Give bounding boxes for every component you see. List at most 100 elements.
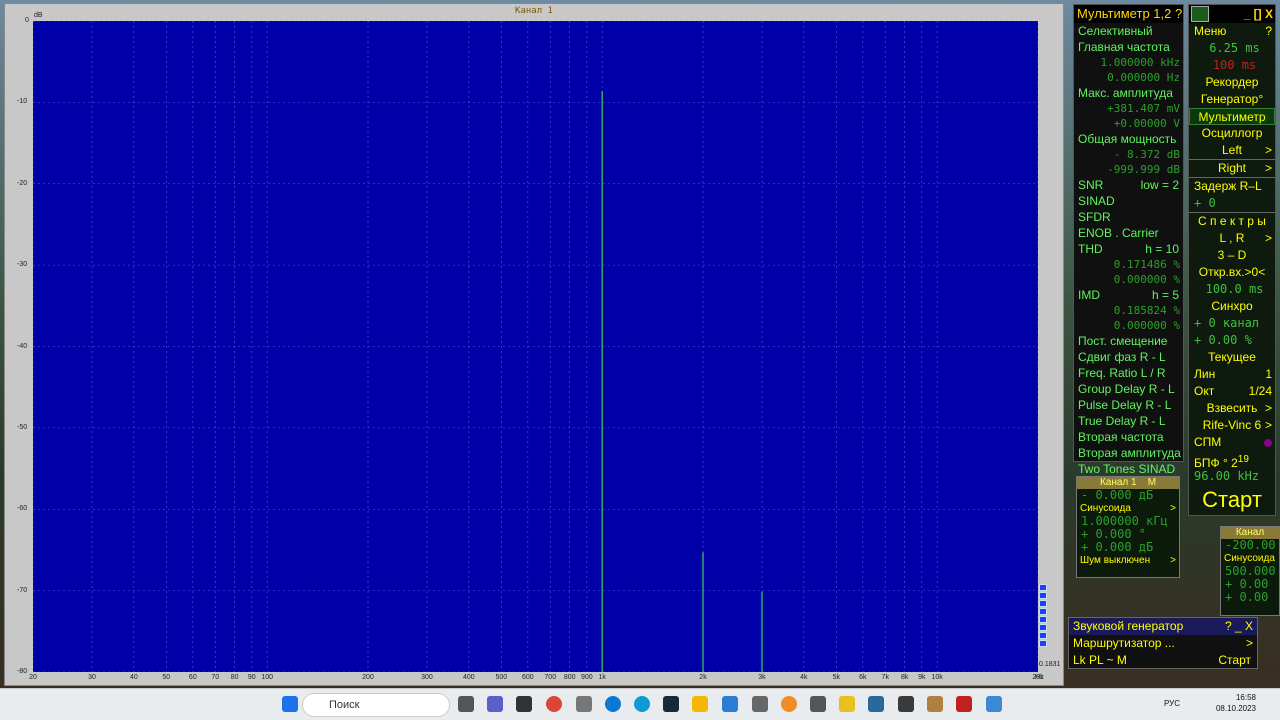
x-tick-label: 400 [463, 674, 475, 681]
steam-icon[interactable] [663, 696, 679, 712]
start-button[interactable]: Старт [1189, 485, 1275, 515]
fft-exponent: 19 [1237, 454, 1249, 465]
open-input-button[interactable]: Откр.вх.>0< [1189, 264, 1275, 281]
spectra-label: С п е к т р ы [1198, 214, 1266, 228]
app-icon[interactable] [576, 696, 592, 712]
multimeter-row[interactable]: True Delay R - L [1074, 413, 1183, 429]
multimeter-row[interactable]: Pulse Delay R - L [1074, 397, 1183, 413]
app-icon[interactable] [722, 696, 738, 712]
delay-value[interactable]: + 0 [1189, 195, 1275, 212]
gen-ch2-level[interactable]: -200.00 [1221, 539, 1279, 552]
y-tick-label: -70 [17, 586, 28, 594]
multimeter-row[interactable]: Вторая амплитуда [1074, 445, 1183, 461]
sync-percent[interactable]: + 0.00 % [1189, 332, 1275, 349]
current-button[interactable]: Текущее [1189, 349, 1275, 366]
teams-icon[interactable] [487, 696, 503, 712]
multimeter-row[interactable]: THD h = 10 [1074, 241, 1183, 257]
multimeter-row[interactable]: Пост. смещение [1074, 333, 1183, 349]
app-icon[interactable] [839, 696, 855, 712]
folder-icon[interactable] [692, 696, 708, 712]
x-tick-label: 100 [261, 674, 273, 681]
app-icon[interactable] [605, 696, 621, 712]
router-button[interactable]: Маршрутизатор ... > [1069, 635, 1257, 652]
multimeter-row[interactable]: Two Tones SINAD [1074, 461, 1183, 477]
multimeter-row[interactable]: SNR low = 2 [1074, 177, 1183, 193]
lr-button[interactable]: L , R > [1189, 230, 1275, 247]
app-icon[interactable] [781, 696, 797, 712]
app-icon[interactable] [986, 696, 1002, 712]
lin-row[interactable]: Лин 1 [1189, 366, 1275, 383]
sample-rate[interactable]: 96.00 kHz [1189, 468, 1275, 485]
lk-row[interactable]: Lk PL ~ M Старт [1069, 652, 1257, 669]
multimeter-title[interactable]: Мультиметр 1,2 ? [1074, 5, 1183, 23]
time-value-1: 6.25 ms [1209, 41, 1260, 55]
start-menu-icon[interactable] [282, 696, 298, 712]
x-tick-label: 4k [800, 674, 808, 681]
y-tick-label: -60 [17, 505, 28, 513]
sg-start-button[interactable]: Старт [1218, 652, 1251, 669]
multimeter-row[interactable]: Селективный [1074, 23, 1183, 39]
multimeter-row[interactable]: Общая мощность [1074, 131, 1183, 147]
multimeter-row[interactable]: Сдвиг фаз R - L [1074, 349, 1183, 365]
gen-ch2-wave[interactable]: Синусоида [1221, 552, 1279, 565]
multimeter-rows: Селективный Главная частота 1.000000 kHz 0.… [1074, 23, 1183, 477]
multimeter-row[interactable]: Макс. амплитуда [1074, 85, 1183, 101]
chrome-icon[interactable] [546, 696, 562, 712]
edge-icon[interactable] [634, 696, 650, 712]
x-tick-label: 80 [230, 674, 239, 681]
window-controls[interactable]: _ [] X [1244, 7, 1273, 21]
multimeter-value: 0.185824 % [1113, 304, 1180, 317]
gen-ch1-level[interactable]: - 0.000 дБ [1077, 489, 1179, 502]
multimeter-row[interactable]: Главная частота [1074, 39, 1183, 55]
multimeter-row[interactable]: SINAD [1074, 193, 1183, 209]
oscillograph-button[interactable]: Осциллогр [1189, 125, 1275, 142]
multimeter-row[interactable]: Freq. Ratio L / R [1074, 365, 1183, 381]
multimeter-row[interactable]: SFDR [1074, 209, 1183, 225]
gen-ch1-wave[interactable]: Синусоида > [1077, 502, 1179, 515]
weigh-button[interactable]: Взвесить > [1189, 400, 1275, 417]
app-icon[interactable] [898, 696, 914, 712]
app-icon[interactable] [752, 696, 768, 712]
oct-row[interactable]: Окт 1/24 [1189, 383, 1275, 400]
sync-channel[interactable]: + 0 канал [1189, 315, 1275, 332]
spm-row[interactable]: СПМ [1189, 434, 1275, 451]
x-tick-label: 50 [162, 674, 171, 681]
language-indicator[interactable]: РУС [1164, 699, 1180, 708]
spectrum-title: Канал 1 [515, 6, 553, 16]
3d-button[interactable]: 3 – D [1189, 247, 1275, 264]
multimeter-row[interactable]: Вторая частота [1074, 429, 1183, 445]
app-icon[interactable] [927, 696, 943, 712]
multimeter-row[interactable]: Group Delay R - L [1074, 381, 1183, 397]
x-unit-label: Hz [1035, 674, 1044, 681]
multimeter-value: 0.171486 % [1113, 258, 1180, 271]
gen-ch1-gain[interactable]: + 0.000 дБ [1077, 541, 1179, 554]
multimeter-button[interactable]: Мультиметр [1189, 108, 1275, 125]
left-channel-button[interactable]: Left > [1189, 142, 1275, 159]
clock-time: 16:58 [1235, 693, 1256, 702]
open-input-ms[interactable]: 100.0 ms [1189, 281, 1275, 298]
clock[interactable]: 16:58 08.10.2023 [1216, 692, 1256, 714]
fft-row[interactable]: БПФ ° 219 [1189, 451, 1275, 470]
app-icon[interactable] [516, 696, 532, 712]
recorder-button[interactable]: Рекордер [1189, 74, 1275, 91]
sound-generator-title[interactable]: Звуковой генератор? _ X [1069, 618, 1257, 635]
menu-button[interactable]: Меню? [1189, 23, 1275, 40]
gen-ch2-gain[interactable]: + 0.00 [1221, 591, 1279, 604]
app-icon[interactable] [868, 696, 884, 712]
gen-ch1-noise[interactable]: Шум выключен > [1077, 554, 1179, 567]
app-icon[interactable] [810, 696, 826, 712]
app-icon[interactable] [956, 696, 972, 712]
right-channel-button[interactable]: Right > [1189, 160, 1275, 177]
freq-corner-label: 0.1831 [1039, 661, 1061, 668]
generator-button[interactable]: Генератор° [1189, 91, 1275, 108]
x-tick-label: 3k [758, 674, 766, 681]
multimeter-panel: Мультиметр 1,2 ? Селективный Главная част… [1073, 4, 1184, 476]
spectrum-plot[interactable] [33, 21, 1038, 672]
multimeter-row[interactable]: IMD h = 5 [1074, 287, 1183, 303]
x-tick-label: 2k [699, 674, 707, 681]
multimeter-row[interactable]: ENOB . Carrier [1074, 225, 1183, 241]
window-button[interactable]: Rife-Vinc 6 > [1189, 417, 1275, 434]
taskview-icon[interactable] [458, 696, 474, 712]
x-tick-label: 5k [832, 674, 840, 681]
search-input[interactable]: Поиск [302, 693, 450, 717]
